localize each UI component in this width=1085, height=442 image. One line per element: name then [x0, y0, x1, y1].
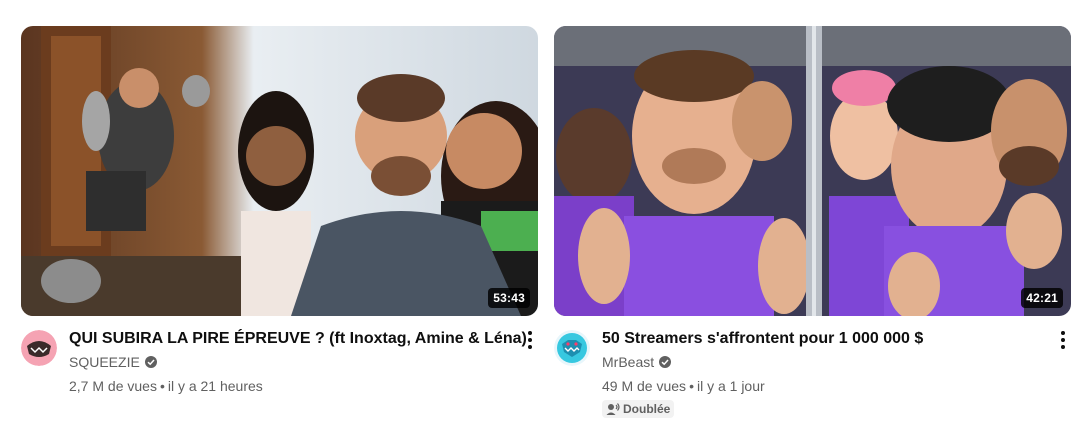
more-options-button[interactable] — [518, 328, 542, 352]
video-thumbnail[interactable]: 42:21 — [554, 26, 1071, 316]
video-title[interactable]: QUI SUBIRA LA PIRE ÉPREUVE ? (ft Inoxtag… — [69, 328, 538, 350]
check-circle-icon — [659, 356, 672, 368]
channel-avatar[interactable] — [554, 330, 590, 366]
check-circle-icon — [144, 356, 157, 368]
view-count: 49 M de vues — [602, 378, 687, 394]
thumbnail-image — [554, 26, 1071, 316]
channel-avatar[interactable] — [21, 330, 57, 366]
video-stats: 49 M de vues • il y a 1 jour — [602, 376, 1071, 396]
view-count: 2,7 M de vues — [69, 378, 157, 394]
video-duration: 42:21 — [1021, 288, 1063, 308]
more-vert-icon — [1061, 331, 1065, 349]
squeezie-logo-icon — [21, 330, 57, 366]
video-meta: QUI SUBIRA LA PIRE ÉPREUVE ? (ft Inoxtag… — [21, 328, 538, 396]
mrbeast-logo-icon — [554, 330, 590, 366]
video-card: 42:21 50 Streamers s'affrontent pour 1 0… — [554, 26, 1071, 421]
thumbnail-image — [21, 26, 538, 316]
video-title[interactable]: 50 Streamers s'affrontent pour 1 000 000… — [602, 328, 1071, 350]
video-grid: 53:43 QUI SUBIRA LA PIRE ÉPREUVE ? (ft I… — [0, 0, 1085, 442]
video-duration: 53:43 — [488, 288, 530, 308]
more-vert-icon — [528, 331, 532, 349]
publish-age: il y a 21 heures — [167, 378, 263, 394]
channel-name[interactable]: SQUEEZIE — [69, 352, 140, 372]
video-meta: 50 Streamers s'affrontent pour 1 000 000… — [554, 328, 1071, 421]
publish-age: il y a 1 jour — [696, 378, 765, 394]
voice-icon — [606, 403, 620, 415]
video-details: 50 Streamers s'affrontent pour 1 000 000… — [602, 328, 1071, 421]
more-options-button[interactable] — [1051, 328, 1075, 352]
video-thumbnail[interactable]: 53:43 — [21, 26, 538, 316]
separator: • — [159, 378, 165, 394]
badge-label: Doublée — [623, 402, 671, 416]
video-card: 53:43 QUI SUBIRA LA PIRE ÉPREUVE ? (ft I… — [21, 26, 538, 396]
channel-name[interactable]: MrBeast — [602, 352, 654, 372]
video-details: QUI SUBIRA LA PIRE ÉPREUVE ? (ft Inoxtag… — [69, 328, 538, 396]
video-stats: 2,7 M de vues • il y a 21 heures — [69, 376, 538, 396]
channel-row: SQUEEZIE — [69, 352, 538, 372]
separator: • — [689, 378, 694, 394]
dubbed-badge: Doublée — [602, 400, 675, 418]
channel-row: MrBeast — [602, 352, 1071, 372]
